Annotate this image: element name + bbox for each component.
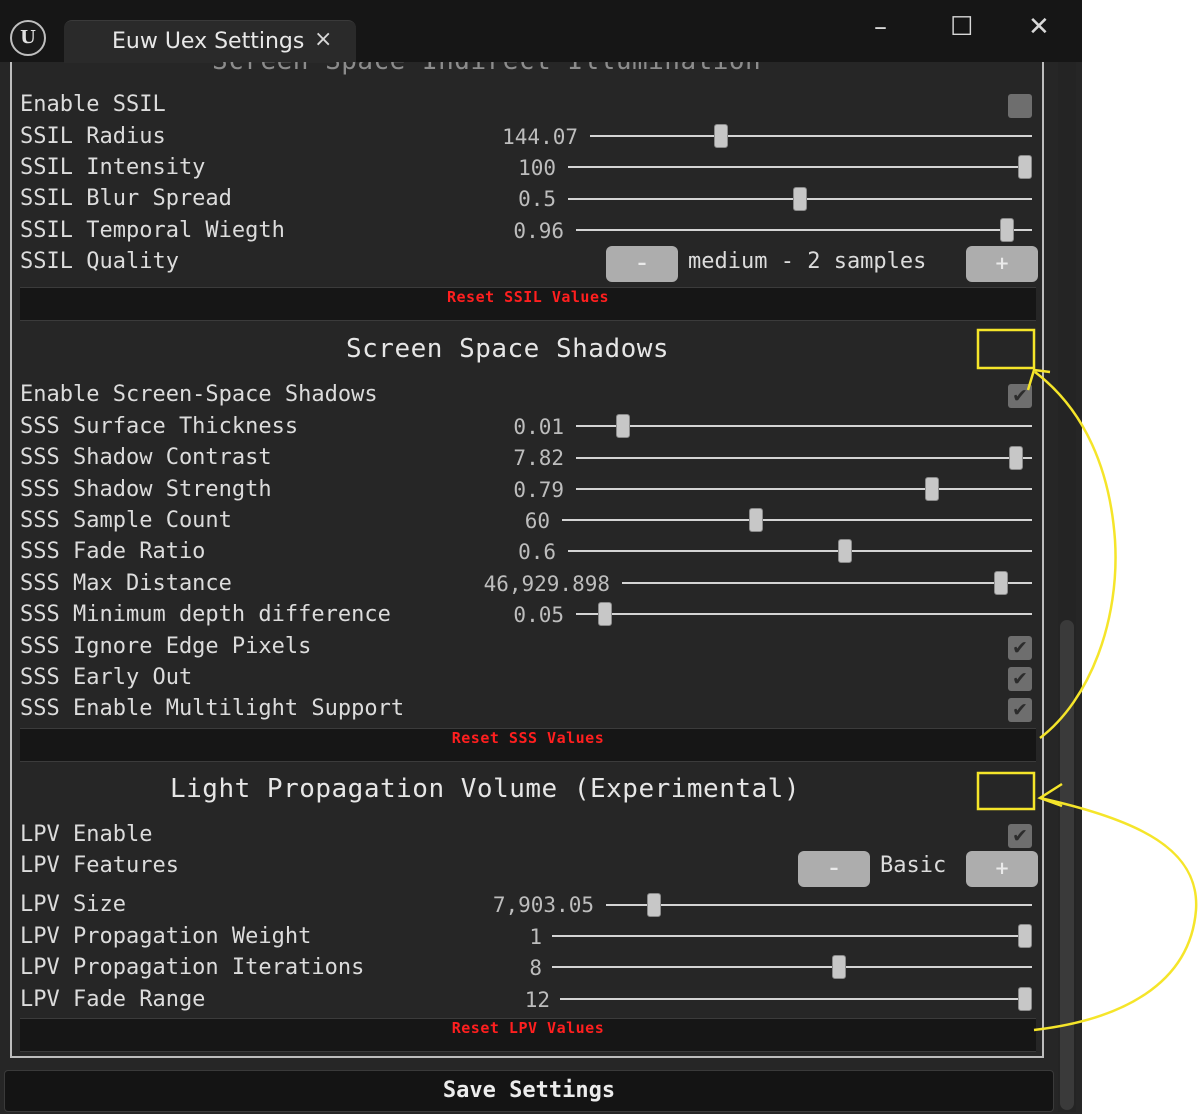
annotation-overlay [976, 328, 1198, 1032]
annotation-box-sss [976, 328, 1036, 370]
annotation-box-lpv [976, 771, 1036, 811]
annotation-arrow-lpv [1033, 796, 1198, 1032]
annotation-arrow-sss [1034, 371, 1117, 739]
annotation-arrowhead-sss [1026, 368, 1051, 391]
